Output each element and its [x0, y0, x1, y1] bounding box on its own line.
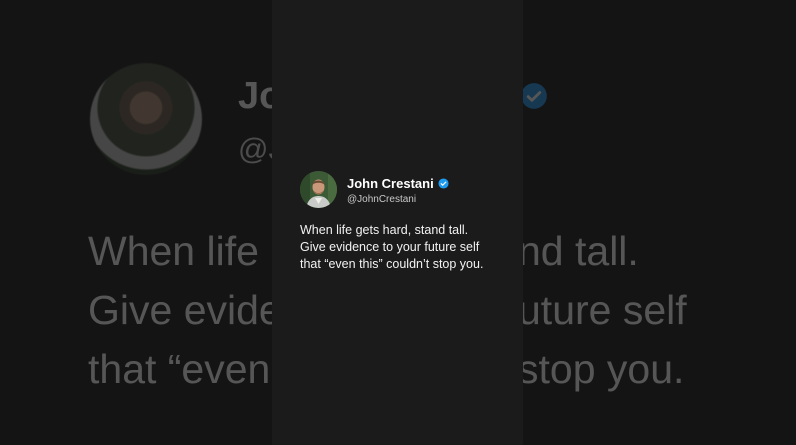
- background-line-3: that “even: [88, 346, 271, 392]
- author-handle[interactable]: @JohnCrestani: [347, 194, 416, 205]
- tweet-line-2: Give evidence to your future self: [300, 240, 480, 254]
- background-avatar: [90, 63, 202, 175]
- video-panel: John Crestani @JohnCrestani When life ge…: [272, 0, 523, 445]
- background-line-1-right: nd tall.: [518, 228, 639, 274]
- tweet-line-3: that “even this” couldn’t stop you.: [300, 257, 484, 271]
- author-name[interactable]: John Crestani: [347, 176, 434, 191]
- background-line-2-right: uture self: [518, 287, 687, 333]
- verified-badge-icon: [438, 178, 449, 189]
- background-verified-icon: [521, 83, 547, 109]
- background-line-2: Give evide: [88, 287, 282, 333]
- tweet-line-1: When life gets hard, stand tall.: [300, 223, 469, 237]
- background-line-3-right: stop you.: [518, 346, 685, 392]
- avatar[interactable]: [300, 171, 337, 208]
- background-line-1: When life g: [88, 228, 294, 274]
- tweet-text: When life gets hard, stand tall. Give ev…: [300, 222, 515, 273]
- profile-photo-icon: [300, 171, 337, 208]
